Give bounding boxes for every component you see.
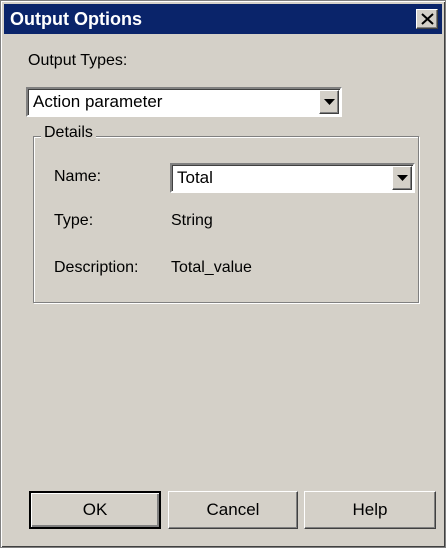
name-label: Name: (54, 168, 102, 185)
type-label: Type: (54, 212, 94, 229)
output-types-label: Output Types: (28, 52, 128, 69)
close-icon (421, 13, 434, 25)
details-group-label: Details (41, 124, 96, 142)
output-options-dialog: Output Options Output Types: Action para… (0, 0, 446, 548)
help-button[interactable]: Help (304, 491, 436, 529)
output-types-value: Action parameter (33, 92, 163, 111)
close-button[interactable] (416, 9, 438, 29)
cancel-button[interactable]: Cancel (168, 491, 298, 529)
description-label: Description: (54, 259, 139, 276)
description-value: Total_value (171, 259, 252, 276)
chevron-down-icon (324, 99, 335, 105)
output-types-dropdown-button[interactable] (319, 90, 339, 114)
type-value: String (171, 212, 213, 229)
chevron-down-icon (397, 175, 408, 181)
ok-button[interactable]: OK (29, 491, 161, 529)
name-value: Total (177, 168, 213, 187)
output-types-dropdown[interactable]: Action parameter (26, 87, 342, 117)
title-bar[interactable]: Output Options (4, 4, 442, 34)
name-dropdown-button[interactable] (392, 166, 412, 190)
name-dropdown[interactable]: Total (170, 163, 415, 193)
dialog-title: Output Options (10, 9, 142, 29)
